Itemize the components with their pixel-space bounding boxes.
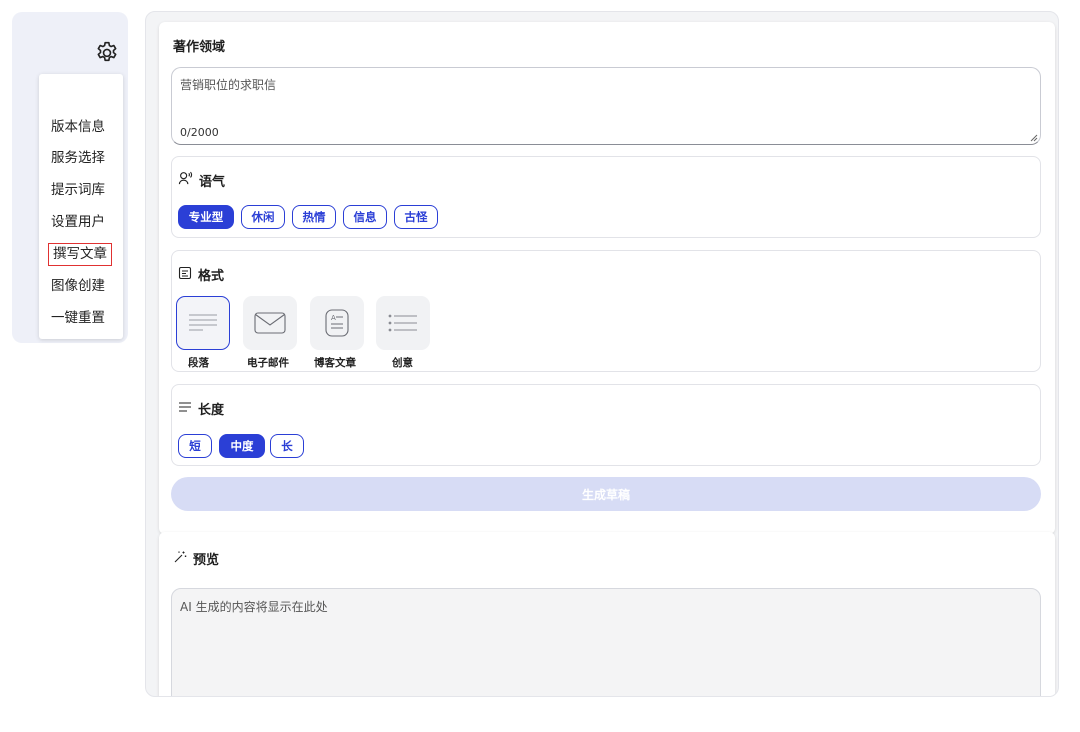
format-option-creative[interactable] <box>376 296 430 350</box>
tone-chip-casual[interactable]: 休闲 <box>241 205 285 229</box>
mail-icon <box>254 312 286 334</box>
main-panel: 著作领域 营销职位的求职信 0/2000 语气 专业型 休闲 热情 信息 古怪 <box>145 11 1059 697</box>
document-icon <box>178 266 192 284</box>
tone-chip-professional[interactable]: 专业型 <box>178 205 234 229</box>
compose-card: 著作领域 营销职位的求职信 0/2000 语气 专业型 休闲 热情 信息 古怪 <box>159 22 1055 534</box>
format-option-email[interactable] <box>243 296 297 350</box>
speech-icon <box>178 171 193 190</box>
menu-item-service-select[interactable]: 服务选择 <box>51 148 105 168</box>
format-label-email: 电子邮件 <box>247 357 289 369</box>
sidebar-panel: 版本信息 服务选择 提示词库 设置用户 撰写文章 图像创建 一键重置 <box>12 12 128 343</box>
generate-draft-button[interactable]: 生成草稿 <box>171 477 1041 511</box>
format-section: 格式 段落 电子邮件 A 博客文章 创意 <box>171 250 1041 372</box>
menu-item-prompt-library[interactable]: 提示词库 <box>51 180 105 200</box>
preview-card: 预览 AI 生成的内容将显示在此处 <box>159 532 1055 696</box>
menu-item-image-create[interactable]: 图像创建 <box>51 276 105 296</box>
menu-item-reset[interactable]: 一键重置 <box>51 308 105 328</box>
format-label: 格式 <box>198 269 225 284</box>
menu-item-write-article[interactable]: 撰写文章 <box>48 243 112 266</box>
tone-heading: 语气 <box>178 171 225 190</box>
format-option-paragraph[interactable] <box>176 296 230 350</box>
blog-icon: A <box>325 309 349 337</box>
length-chip-medium[interactable]: 中度 <box>219 434 265 458</box>
gear-icon[interactable] <box>94 40 120 66</box>
paragraph-icon <box>189 314 217 331</box>
list-icon <box>388 314 417 332</box>
length-heading: 长度 <box>178 399 224 418</box>
length-chip-long[interactable]: 长 <box>270 434 304 458</box>
resize-handle-icon[interactable] <box>1030 134 1038 142</box>
format-option-blog[interactable]: A <box>310 296 364 350</box>
char-counter: 0/2000 <box>180 126 219 139</box>
svg-text:A: A <box>331 314 336 322</box>
format-label-creative: 创意 <box>392 357 413 369</box>
tone-chip-enthusiastic[interactable]: 热情 <box>292 205 336 229</box>
preview-label: 预览 <box>193 553 220 568</box>
length-label: 长度 <box>198 403 225 418</box>
tone-chip-quirky[interactable]: 古怪 <box>394 205 438 229</box>
writing-area-label: 著作领域 <box>173 40 226 55</box>
preview-output[interactable]: AI 生成的内容将显示在此处 <box>171 588 1041 696</box>
settings-menu: 版本信息 服务选择 提示词库 设置用户 撰写文章 图像创建 一键重置 <box>39 74 123 339</box>
writing-topic-input[interactable]: 营销职位的求职信 0/2000 <box>171 67 1041 145</box>
length-section: 长度 短 中度 长 <box>171 384 1041 466</box>
length-chip-short[interactable]: 短 <box>178 434 212 458</box>
tone-label: 语气 <box>199 175 226 190</box>
lines-icon <box>178 401 192 417</box>
format-heading: 格式 <box>178 265 224 284</box>
preview-placeholder: AI 生成的内容将显示在此处 <box>180 600 328 614</box>
tone-section: 语气 专业型 休闲 热情 信息 古怪 <box>171 156 1041 238</box>
magic-wand-icon <box>173 550 187 568</box>
menu-item-user-settings[interactable]: 设置用户 <box>51 212 105 232</box>
writing-topic-value: 营销职位的求职信 <box>180 78 277 92</box>
preview-heading: 预览 <box>173 549 219 568</box>
menu-item-version-info[interactable]: 版本信息 <box>51 117 105 137</box>
format-label-paragraph: 段落 <box>188 357 209 369</box>
format-label-blog: 博客文章 <box>314 357 356 369</box>
tone-chip-informative[interactable]: 信息 <box>343 205 387 229</box>
